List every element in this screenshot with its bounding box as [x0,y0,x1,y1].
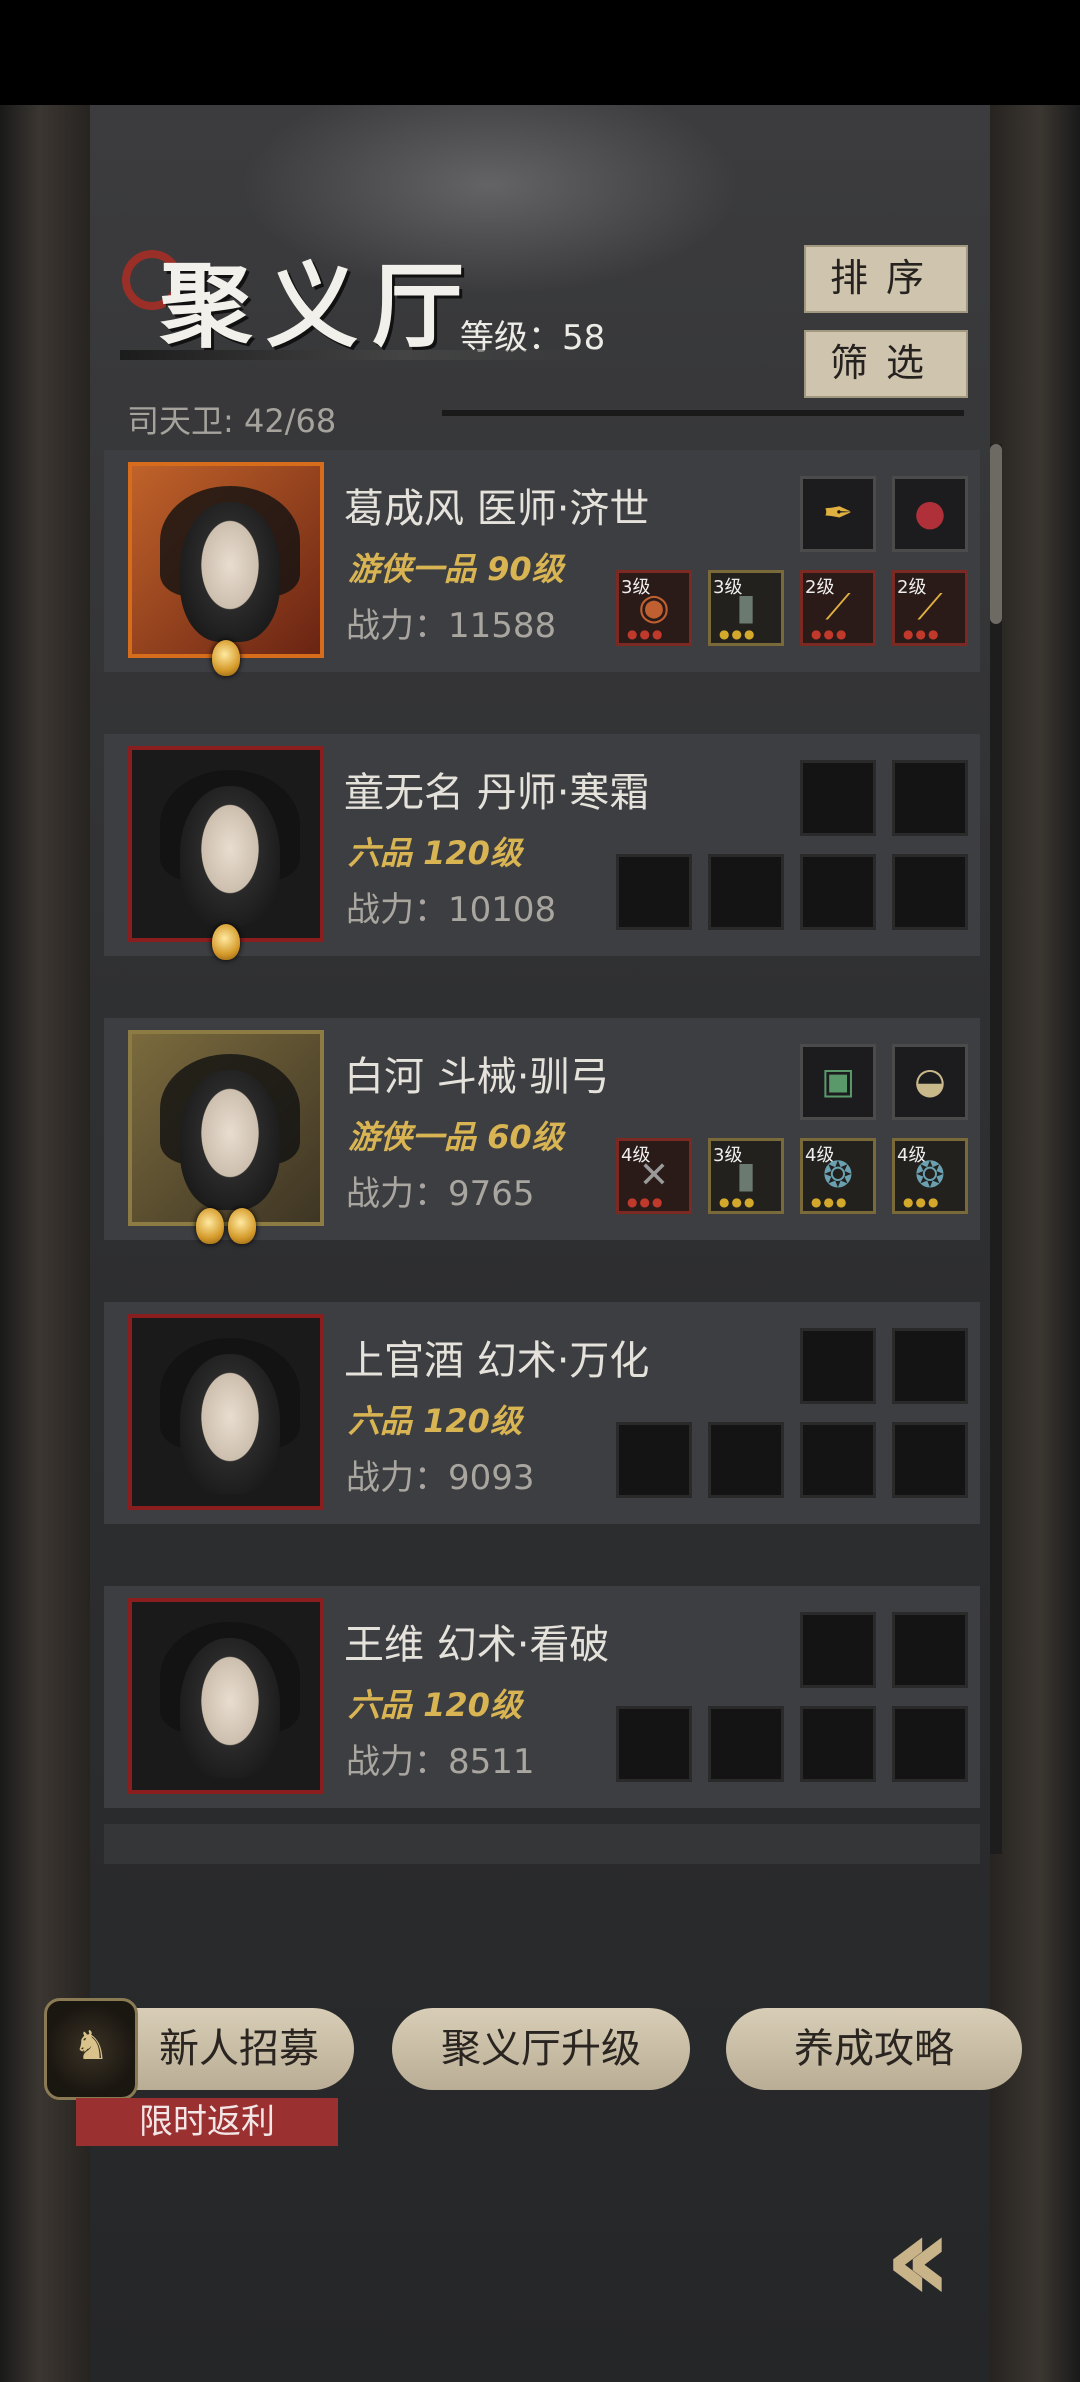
star-orb-icon [196,1208,224,1244]
ink-stroke-divider [120,350,590,360]
empty-equipment-slot[interactable] [616,1706,692,1782]
hero-rank: 游侠一品 60级 [348,1118,564,1156]
fan-icon[interactable]: ◒ [892,1044,968,1120]
hero-name: 王维 幻术·看破 [344,1622,610,1668]
empty-equipment-slot[interactable] [892,760,968,836]
empty-equipment-slot[interactable] [616,1422,692,1498]
owl-icon[interactable]: 4级 ❂ ●●● [892,1138,968,1214]
golden-brush-icon[interactable]: ✒ [800,476,876,552]
hero-portrait [128,1598,324,1794]
hero-rank: 六品 120级 [348,1686,522,1724]
filter-button[interactable]: 筛选 [804,330,968,398]
hero-card[interactable]: 上官酒 幻术·万化 六品 120级 战力：9093 [104,1302,980,1524]
scroll-thumb[interactable] [990,444,1002,624]
empty-equipment-slot[interactable] [800,854,876,930]
hero-name: 童无名 丹师·寒霜 [344,770,650,816]
list-scrollbar[interactable] [990,444,1002,1854]
sort-button[interactable]: 排序 [804,245,968,313]
face-shape [180,786,280,926]
hero-rank: 六品 120级 [348,834,522,872]
hero-card[interactable]: 白河 斗械·驯弓 游侠一品 60级 战力：9765 ▣ ◒ 4级 ✕ ●●● 3级 ▮… [104,1018,980,1244]
face-shape [180,502,280,642]
hero-name: 上官酒 幻术·万化 [344,1338,650,1384]
hall-upgrade-button[interactable]: 聚义厅升级 [392,2008,690,2090]
orb-icon[interactable]: 3级 ◉ ●●● [616,570,692,646]
hero-power: 战力：11588 [346,606,557,646]
hero-power: 战力：8511 [346,1742,535,1782]
hero-portrait [128,1030,324,1226]
empty-equipment-slot[interactable] [892,854,968,930]
empty-equipment-slot[interactable] [892,1328,968,1404]
empty-equipment-slot[interactable] [892,1706,968,1782]
empty-equipment-slot[interactable] [708,854,784,930]
star-orb-icon [212,924,240,960]
hero-rank: 游侠一品 90级 [348,550,564,588]
recruit-token-icon[interactable]: ♞ [44,1998,138,2100]
red-gem-icon[interactable]: ● [892,476,968,552]
empty-equipment-slot[interactable] [892,1612,968,1688]
empty-equipment-slot[interactable] [616,854,692,930]
capacity-divider [442,410,964,416]
empty-equipment-slot[interactable] [800,1706,876,1782]
next-card-peek [104,1824,980,1864]
back-arrow-icon[interactable]: ‹‹ [884,2190,953,2329]
golden-brush-icon[interactable]: 2级 ⟋ ●●● [800,570,876,646]
face-shape [180,1354,280,1494]
status-bar [0,0,1080,105]
hero-rank: 六品 120级 [348,1402,522,1440]
limited-rebate-badge[interactable]: 限时返利 [76,2098,338,2146]
hero-name: 白河 斗械·驯弓 [344,1054,610,1100]
page-title: 聚义厅 [160,252,479,360]
empty-equipment-slot[interactable] [800,1328,876,1404]
hero-name: 葛成风 医师·济世 [344,486,650,532]
armor-icon[interactable]: 3级 ▮ ●●● [708,1138,784,1214]
training-guide-button[interactable]: 养成攻略 [726,2008,1022,2090]
hero-portrait [128,1314,324,1510]
hero-card[interactable]: 童无名 丹师·寒霜 六品 120级 战力：10108 [104,734,980,960]
hero-card[interactable]: 葛成风 医师·济世 游侠一品 90级 战力：11588 ✒ ● 3级 ◉ ●●● 3… [104,450,980,676]
crossbow-icon[interactable]: 4级 ✕ ●●● [616,1138,692,1214]
face-shape [180,1070,280,1210]
hero-portrait [128,462,324,658]
empty-equipment-slot[interactable] [800,1612,876,1688]
guard-capacity: 司天卫: 42/68 [127,402,337,440]
empty-equipment-slot[interactable] [892,1422,968,1498]
star-orb-icon [212,640,240,676]
owl-icon[interactable]: 4级 ❂ ●●● [800,1138,876,1214]
empty-equipment-slot[interactable] [708,1422,784,1498]
hero-card[interactable]: 王维 幻术·看破 六品 120级 战力：8511 [104,1586,980,1808]
empty-equipment-slot[interactable] [800,1422,876,1498]
golden-brush-icon[interactable]: 2级 ⟋ ●●● [892,570,968,646]
hero-power: 战力：9765 [346,1174,535,1214]
hero-portrait [128,746,324,942]
empty-equipment-slot[interactable] [800,760,876,836]
armor-icon[interactable]: 3级 ▮ ●●● [708,570,784,646]
star-orb-icon [228,1208,256,1244]
jade-token-icon[interactable]: ▣ [800,1044,876,1120]
hero-power: 战力：10108 [346,890,557,930]
face-shape [180,1638,280,1778]
empty-equipment-slot[interactable] [708,1706,784,1782]
hero-power: 战力：9093 [346,1458,535,1498]
